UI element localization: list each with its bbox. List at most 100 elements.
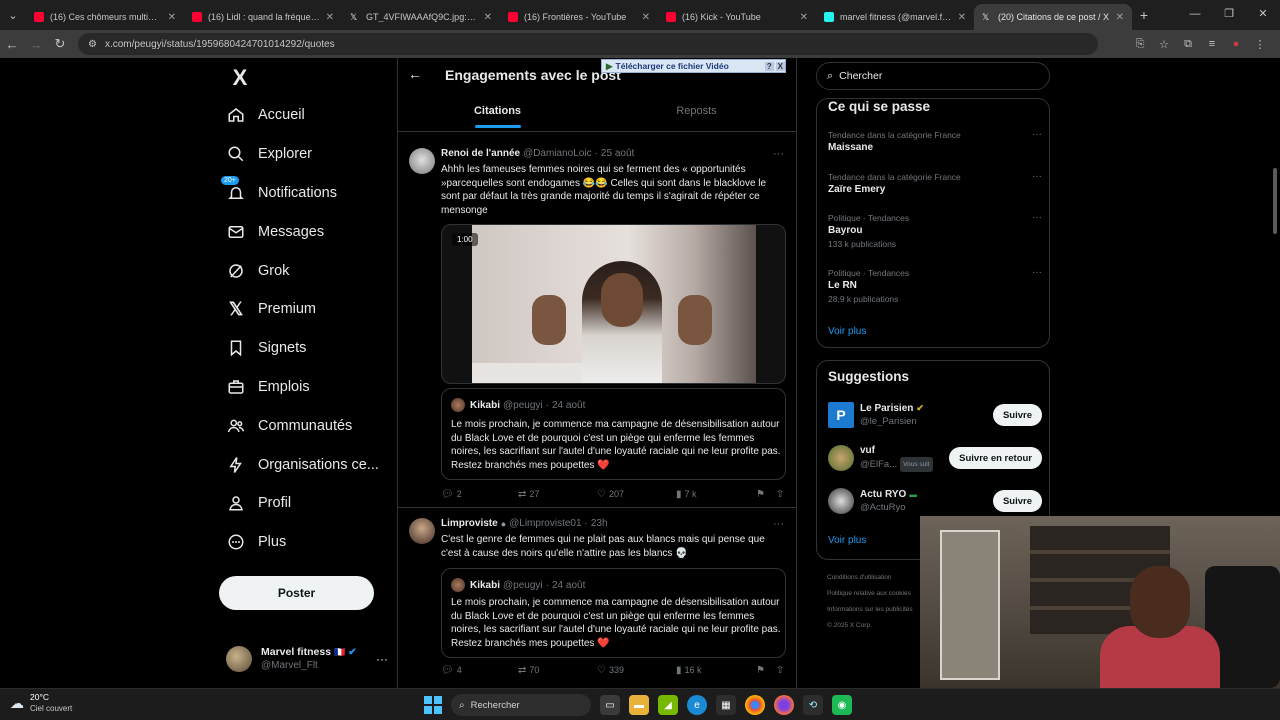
browser-tab-active[interactable]: 𝕏 (20) Citations de ce post / X ✕ xyxy=(974,4,1132,30)
close-icon[interactable]: X xyxy=(775,61,785,71)
post-button[interactable]: Poster xyxy=(219,576,374,610)
account-switcher[interactable]: Marvel fitness 🇫🇷 ✔ @Marvel_Flt ··· xyxy=(226,644,396,674)
reply-button[interactable]: 💬︎ 4 xyxy=(441,665,518,676)
share-button[interactable]: ⇧ xyxy=(776,665,784,676)
more-icon[interactable]: ··· xyxy=(1032,267,1042,278)
star-icon[interactable]: ☆ xyxy=(1152,38,1176,51)
close-tab-icon[interactable]: ✕ xyxy=(800,12,808,23)
close-tab-icon[interactable]: ✕ xyxy=(326,12,334,23)
file-explorer-icon[interactable]: ▬ xyxy=(629,695,649,715)
windows-start-icon[interactable] xyxy=(424,696,442,714)
sidebar-item-communities[interactable]: Communautés xyxy=(216,406,379,445)
bookmark-button[interactable]: ⚑ xyxy=(756,489,776,500)
views-button[interactable]: ▮ 7 k xyxy=(676,489,756,500)
post[interactable]: Limproviste ● @Limproviste01 · 23h ··· C'est… xyxy=(398,508,796,688)
like-button[interactable]: ♡ 207 xyxy=(597,489,676,500)
share-button[interactable]: ⇧ xyxy=(776,489,784,500)
quoted-post[interactable]: Kikabi @peugyi · 24 août Le mois prochain, … xyxy=(441,388,786,480)
sidebar-item-messages[interactable]: Messages xyxy=(216,212,379,251)
more-icon[interactable]: ··· xyxy=(773,518,784,530)
menu-icon[interactable]: ⋮ xyxy=(1248,38,1272,51)
sidebar-item-jobs[interactable]: Emplois xyxy=(216,368,379,407)
download-video-bar[interactable]: ▶ Télécharger ce fichier Vidéo? X xyxy=(601,59,786,73)
trend-item[interactable]: Tendance dans la catégorie France Maissan… xyxy=(828,129,1042,155)
sidebar-item-explore[interactable]: Explorer xyxy=(216,135,379,174)
close-tab-icon[interactable]: ✕ xyxy=(1116,12,1124,23)
follow-button[interactable]: Suivre xyxy=(992,404,1042,426)
address-bar[interactable]: ⚙ x.com/peugyi/status/1959680424701014292… xyxy=(78,33,1098,55)
repost-button[interactable]: ⇄ 27 xyxy=(518,489,597,500)
browser-tab[interactable]: 𝕏GT_4VFIWAAAfQ9C.jpg:large (✕ xyxy=(342,4,500,30)
search-input[interactable]: ⌕ Chercher xyxy=(816,62,1050,90)
suggestion-item[interactable]: Actu RYO ▬ @ActuRyo Suivre xyxy=(828,485,1042,517)
forward-icon[interactable]: → xyxy=(24,37,48,52)
browser-tab[interactable]: (16) Ces chômeurs multiplient l✕ xyxy=(26,4,184,30)
new-tab-icon[interactable]: + xyxy=(1132,7,1156,23)
store-icon[interactable]: ▦ xyxy=(716,695,736,715)
tab-citations[interactable]: Citations xyxy=(398,92,597,130)
avatar[interactable] xyxy=(409,148,435,174)
close-tab-icon[interactable]: ✕ xyxy=(958,12,966,23)
more-icon[interactable]: ··· xyxy=(1032,129,1042,140)
x-logo-icon[interactable]: X xyxy=(226,64,254,92)
help-icon[interactable]: ? xyxy=(764,61,774,71)
trend-item[interactable]: Tendance dans la catégorie France Zaïre E… xyxy=(828,171,1042,197)
close-tab-icon[interactable]: ✕ xyxy=(642,12,650,23)
follow-button[interactable]: Suivre xyxy=(992,490,1042,512)
suggestion-item[interactable]: P Le Parisien ✔ @le_Parisien Suivre xyxy=(828,399,1042,431)
media-icon[interactable]: ≡ xyxy=(1200,38,1224,51)
close-window-icon[interactable]: ✕ xyxy=(1246,0,1280,30)
sidebar-item-profile[interactable]: Profil xyxy=(216,484,379,523)
sidebar-item-more[interactable]: Plus xyxy=(216,523,379,562)
reply-button[interactable]: 💬︎ 2 xyxy=(441,489,518,500)
post-date[interactable]: 23h xyxy=(591,518,608,529)
close-tab-icon[interactable]: ✕ xyxy=(484,12,492,23)
show-more-link[interactable]: Voir plus xyxy=(828,535,866,546)
browser-tab[interactable]: marvel fitness (@marvel.fit) | Ti ✕ xyxy=(816,4,974,30)
site-info-icon[interactable]: ⚙ xyxy=(88,39,97,50)
nvidia-icon[interactable]: ◢ xyxy=(658,695,678,715)
taskbar-search[interactable]: ⌕ Rechercher xyxy=(451,694,591,716)
browser-tab[interactable]: (16) Lidl : quand la fréquence d✕ xyxy=(184,4,342,30)
trend-item[interactable]: Politique · Tendances Bayrou 133 k publica… xyxy=(828,212,1042,250)
more-icon[interactable]: ··· xyxy=(376,652,388,666)
avatar[interactable] xyxy=(409,518,435,544)
sidebar-item-bookmarks[interactable]: Signets xyxy=(216,329,379,368)
like-button[interactable]: ♡ 339 xyxy=(597,665,676,676)
tab-search-icon[interactable]: ⌄ xyxy=(0,0,26,30)
post[interactable]: Renoi de l'année @DamianoLoic · 25 août ···… xyxy=(398,138,796,508)
sidebar-item-premium[interactable]: 𝕏 Premium xyxy=(216,290,379,329)
repost-button[interactable]: ⇄ 70 xyxy=(518,665,597,676)
suggestion-item[interactable]: vuf @ElFa... Vous suit Suivre en retour xyxy=(828,442,1042,474)
extensions-icon[interactable]: ⧉ xyxy=(1176,38,1200,51)
more-icon[interactable]: ··· xyxy=(1032,171,1042,182)
views-button[interactable]: ▮ 16 k xyxy=(676,665,756,676)
quoted-post[interactable]: Kikabi @peugyi · 24 août Le mois prochain, … xyxy=(441,568,786,658)
trend-item[interactable]: Politique · Tendances Le RN 28,9 k publica… xyxy=(828,267,1042,305)
follow-back-button[interactable]: Suivre en retour xyxy=(949,447,1042,469)
edge-icon[interactable]: e xyxy=(687,695,707,715)
video-player[interactable]: 1:00 xyxy=(441,224,786,384)
back-arrow-icon[interactable]: ← xyxy=(408,66,422,82)
sidebar-item-home[interactable]: Accueil xyxy=(216,96,379,135)
sidebar-item-notifications[interactable]: 20+ Notifications xyxy=(216,174,379,213)
back-icon[interactable]: ← xyxy=(0,37,24,52)
profile-icon[interactable]: ● xyxy=(1224,38,1248,51)
task-view-icon[interactable]: ▭ xyxy=(600,695,620,715)
show-more-link[interactable]: Voir plus xyxy=(828,326,866,337)
weather-widget[interactable]: ☁ 20°C Ciel couvert xyxy=(10,692,72,714)
post-author-handle[interactable]: @Limproviste01 xyxy=(509,518,581,529)
install-app-icon[interactable]: ⎘ xyxy=(1128,38,1152,51)
browser-tab[interactable]: (16) Frontières - YouTube ✕ xyxy=(500,4,658,30)
post-date[interactable]: 25 août xyxy=(601,148,634,159)
firefox-icon[interactable] xyxy=(774,695,794,715)
post-author-name[interactable]: Renoi de l'année xyxy=(441,148,520,159)
tab-reposts[interactable]: Reposts xyxy=(597,92,796,130)
more-icon[interactable]: ··· xyxy=(1032,212,1042,223)
reload-icon[interactable]: ↻ xyxy=(48,36,72,52)
browser-tab[interactable]: (16) Kick - YouTube ✕ xyxy=(658,4,816,30)
app-icon[interactable]: ⟲ xyxy=(803,695,823,715)
sidebar-item-grok[interactable]: Grok xyxy=(216,251,379,290)
post-author-handle[interactable]: @DamianoLoic xyxy=(523,148,592,159)
bookmark-button[interactable]: ⚑ xyxy=(756,665,776,676)
